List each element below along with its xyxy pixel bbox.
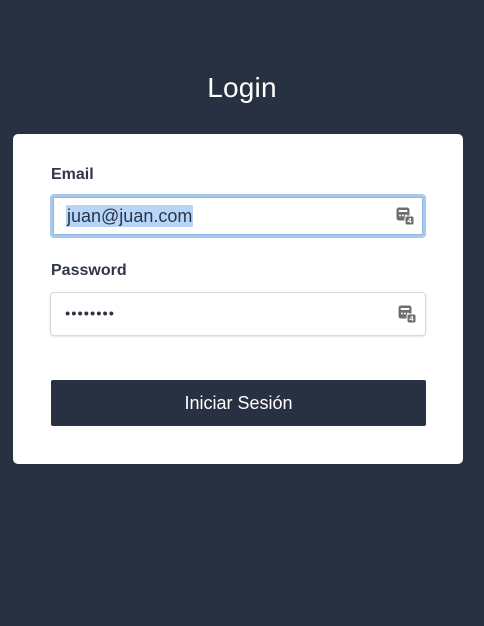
password-manager-icon[interactable]: 4 (395, 206, 415, 226)
email-value[interactable]: juan@juan.com (66, 205, 194, 227)
password-value[interactable]: •••••••• (65, 306, 115, 323)
password-field[interactable]: •••••••• 4 (50, 292, 426, 336)
password-manager-icon[interactable]: 4 (397, 304, 417, 324)
page-title: Login (207, 72, 277, 103)
email-field[interactable]: juan@juan.com 4 (50, 194, 426, 238)
email-label: Email (51, 166, 94, 183)
login-button[interactable]: Iniciar Sesión (51, 380, 426, 426)
password-label: Password (51, 262, 127, 279)
login-card: Email juan@juan.com 4 Password •••••••• (13, 134, 463, 464)
